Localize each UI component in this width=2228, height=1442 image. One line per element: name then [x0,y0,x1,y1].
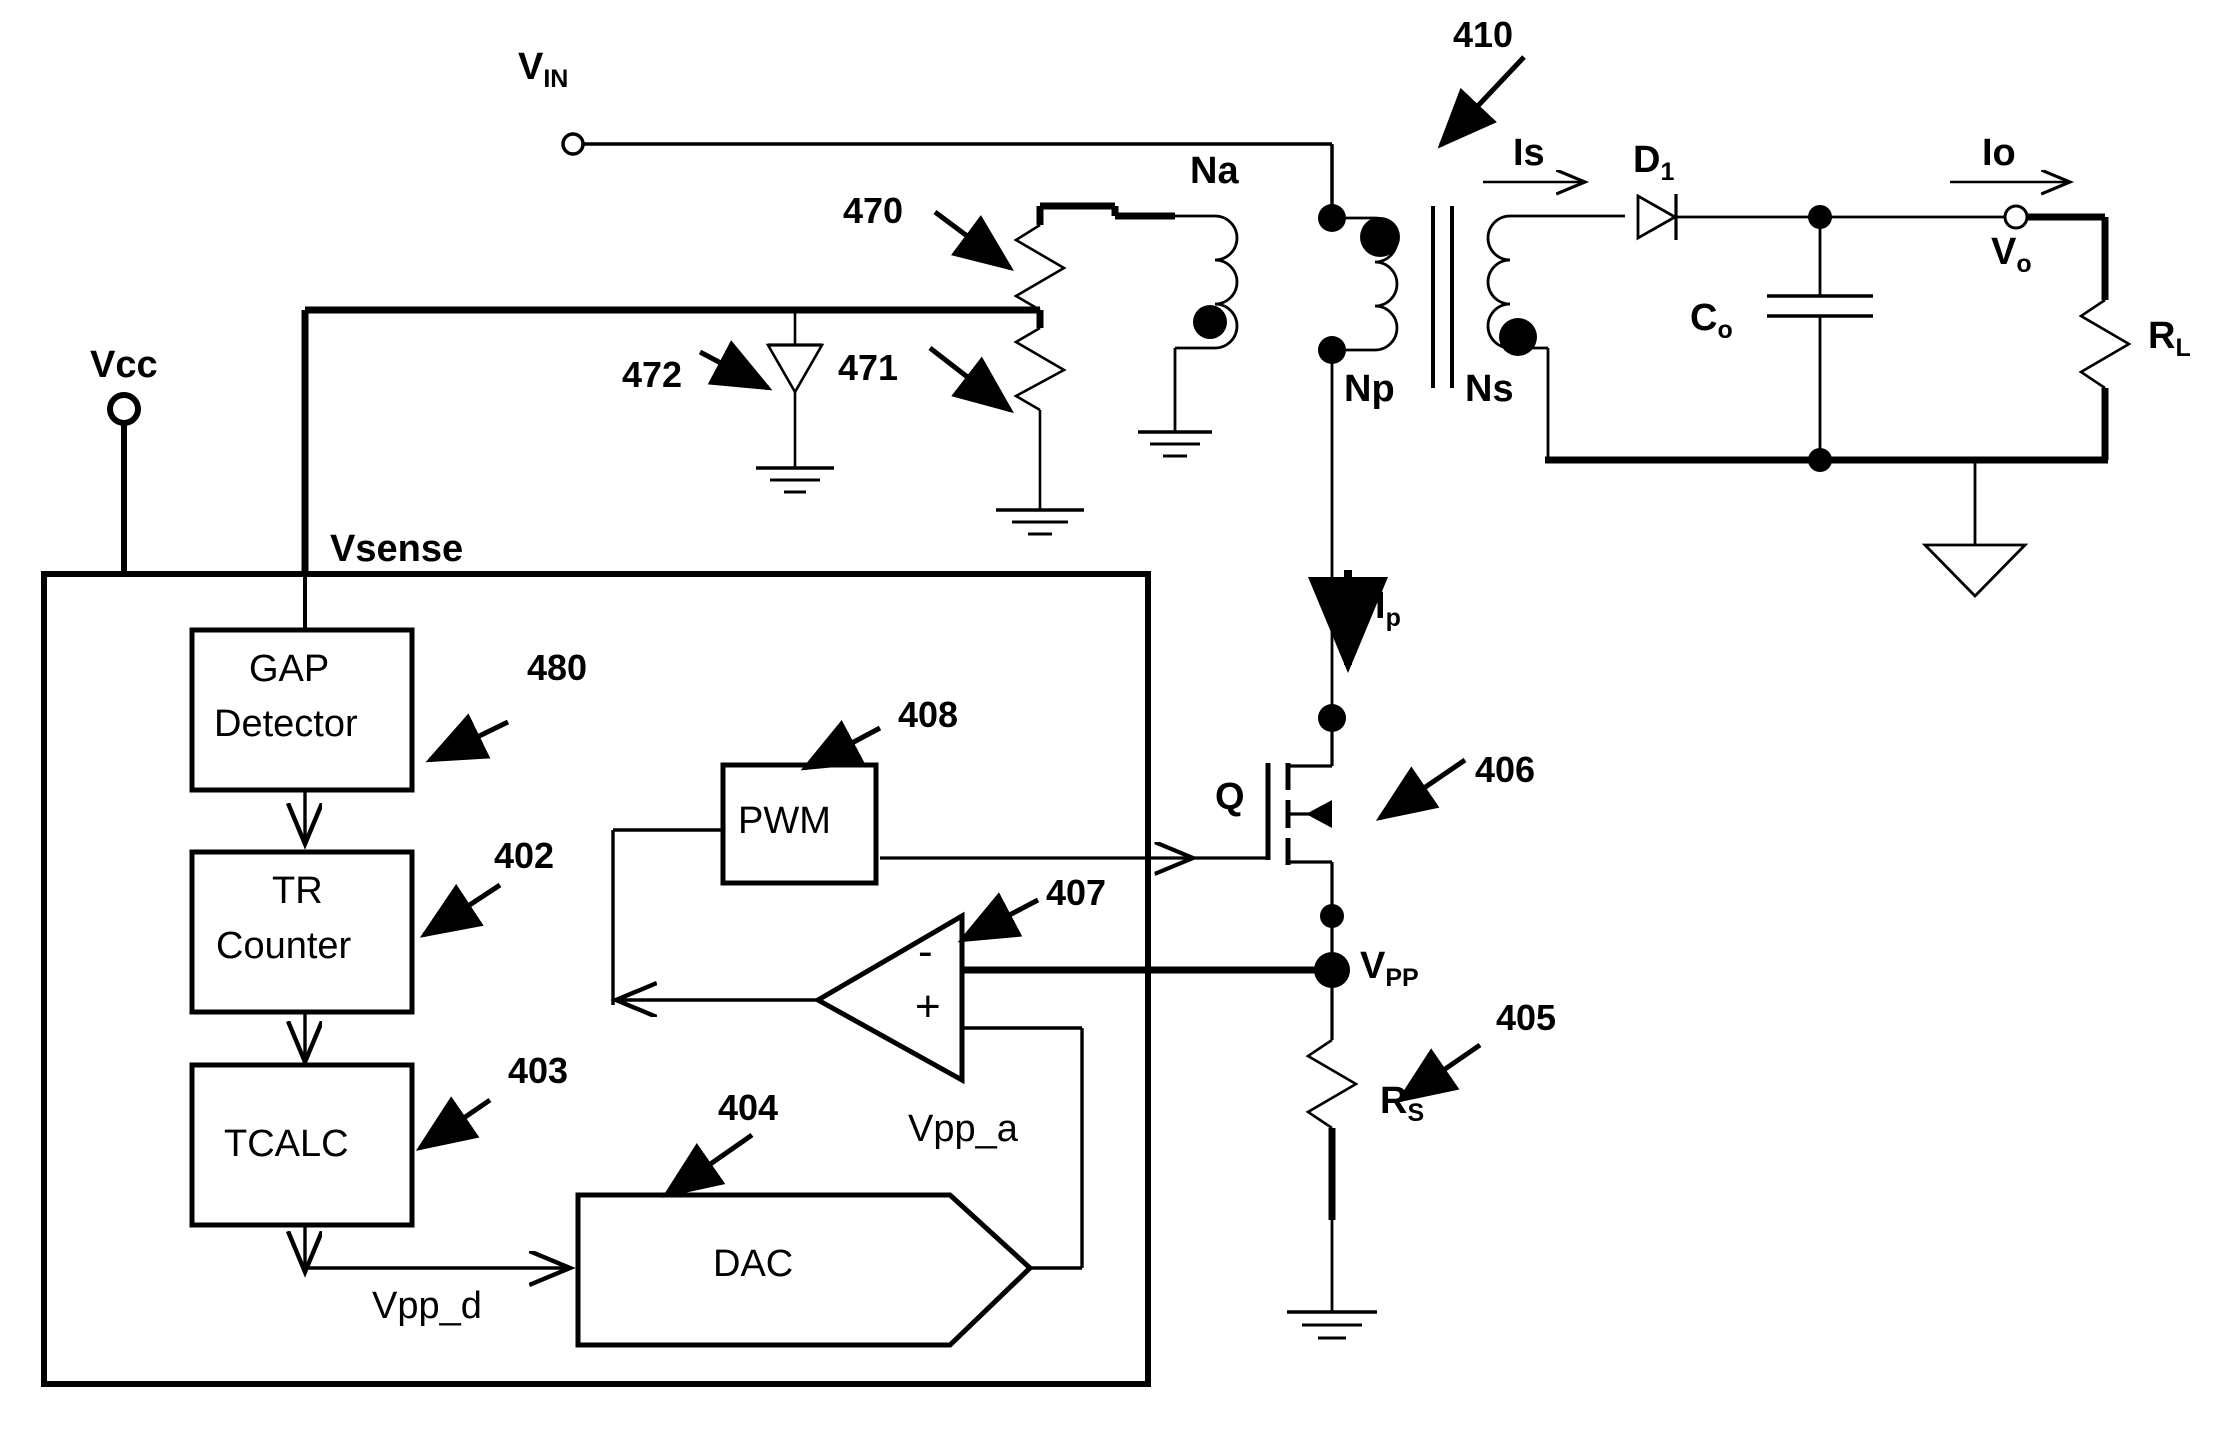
label-diode-d1: D1 [1633,139,1675,186]
label-vpp: VPP [1360,945,1419,992]
resistor-471 [996,310,1084,536]
label-mosfet-q: Q [1215,776,1245,818]
block-label-tr-counter-line2: Counter [216,925,352,967]
transformer-aux-winding-Na [1115,212,1239,458]
block-dac [575,1026,1084,1348]
transformer-core [1431,206,1454,388]
comparator-407 [616,911,965,1085]
vpp-node-and-sense-resistor [1287,952,1377,1340]
ref-408: 408 [898,694,959,735]
block-tcalc [189,1062,570,1272]
label-sense-resistor-rs: RS [1380,1080,1425,1127]
label-signal-vpp-a: Vpp_a [908,1108,1018,1150]
ref-402: 402 [494,835,555,876]
label-is: Is [1513,132,1545,174]
vcc-net [107,392,141,574]
resistor-470 [1013,202,1119,312]
output-capacitor-Co [1767,217,1873,460]
transformer-secondary-winding-Ns [1486,214,1548,356]
label-vin: VIN [518,46,569,93]
ref-406: 406 [1475,749,1536,790]
block-label-gap-detector-line1: GAP [249,648,330,690]
mosfet-Q-406 [1190,704,1346,970]
ref-470: 470 [843,190,904,231]
label-vsense: Vsense [330,528,464,570]
ref-404: 404 [718,1087,779,1128]
label-winding-np: Np [1344,368,1395,410]
ref-407: 407 [1046,872,1107,913]
load-resistor-RL [2078,298,2132,460]
comparator-plus-label: + [915,982,941,1031]
block-label-tr-counter-line1: TR [272,870,323,912]
label-vo: Vo [1991,231,2032,278]
ref-472: 472 [622,354,683,395]
diode-472 [756,310,834,494]
secondary-return-rail [1545,348,2108,598]
label-winding-na: Na [1190,150,1239,192]
ref-480: 480 [527,647,588,688]
label-load-rl: RL [2148,315,2191,362]
label-ip: Ip [1375,585,1401,632]
ref-410: 410 [1453,14,1514,55]
block-label-tcalc: TCALC [224,1123,349,1165]
comparator-minus-label: - [918,927,933,976]
label-io: Io [1982,132,2016,174]
block-label-gap-detector-line2: Detector [214,703,358,745]
label-winding-ns: Ns [1465,368,1514,410]
label-signal-vpp-d: Vpp_d [372,1285,482,1327]
schematic-canvas: VIN Vcc Vsense 470 471 472 410 480 402 4… [0,0,2228,1442]
transformer-primary-winding-Np [1318,204,1400,718]
ref-403: 403 [508,1050,569,1091]
ref-471: 471 [838,347,899,388]
ref-405: 405 [1496,997,1557,1038]
leader-arrows [415,55,1526,1198]
label-vcc: Vcc [90,344,158,386]
block-label-pwm: PWM [738,800,831,842]
block-label-dac: DAC [713,1243,794,1285]
label-capacitor-co: Co [1690,297,1733,344]
